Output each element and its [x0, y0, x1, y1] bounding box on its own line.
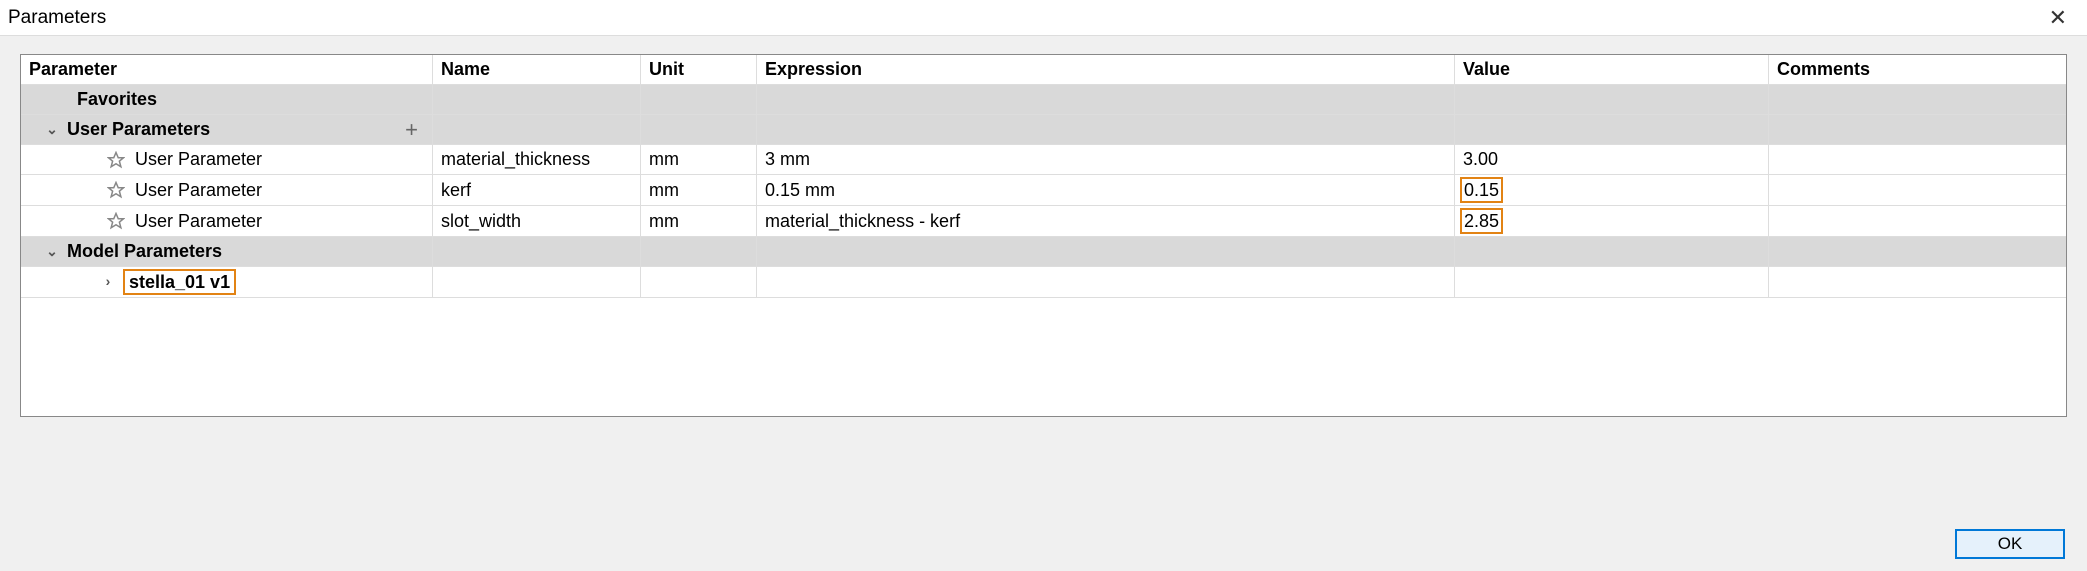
close-icon[interactable]: ✕ — [2039, 3, 2077, 33]
parameters-dialog: Parameters ✕ Parameter Name Unit Express… — [0, 0, 2087, 571]
col-header-comments[interactable]: Comments — [1769, 55, 2066, 84]
favorite-star-icon[interactable] — [107, 151, 127, 169]
param-comments[interactable] — [1769, 145, 2066, 174]
param-name[interactable]: material_thickness — [433, 145, 641, 174]
table-row[interactable]: User Parameter kerf mm 0.15 mm 0.15 — [21, 175, 2066, 206]
group-model-label: Model Parameters — [67, 241, 222, 262]
param-expression[interactable]: 3 mm — [757, 145, 1455, 174]
col-header-expression[interactable]: Expression — [757, 55, 1455, 84]
col-header-name[interactable]: Name — [433, 55, 641, 84]
col-header-value[interactable]: Value — [1455, 55, 1769, 84]
param-type-label: User Parameter — [135, 180, 262, 201]
param-comments[interactable] — [1769, 206, 2066, 236]
parameters-grid: Parameter Name Unit Expression Value Com… — [20, 54, 2067, 417]
group-user-label-cell: ⌄ User Parameters + — [21, 115, 433, 144]
param-unit[interactable]: mm — [641, 175, 757, 205]
ok-button[interactable]: OK — [1955, 529, 2065, 559]
chevron-down-icon[interactable]: ⌄ — [43, 121, 61, 138]
param-comments[interactable] — [1769, 175, 2066, 205]
group-model-parameters[interactable]: ⌄ Model Parameters — [21, 237, 2066, 267]
param-expression[interactable]: material_thickness - kerf — [757, 206, 1455, 236]
chevron-right-icon[interactable]: › — [99, 273, 117, 289]
grid-empty-area — [21, 298, 2066, 416]
param-expression[interactable]: 0.15 mm — [757, 175, 1455, 205]
favorite-star-icon[interactable] — [107, 181, 127, 199]
window-title: Parameters — [8, 7, 106, 29]
button-bar: OK — [1955, 529, 2065, 559]
model-child-label: stella_01 v1 — [123, 269, 236, 295]
group-favorites[interactable]: Favorites — [21, 85, 2066, 115]
param-value: 2.85 — [1455, 206, 1769, 236]
table-row[interactable]: User Parameter material_thickness mm 3 m… — [21, 145, 2066, 175]
column-header-row: Parameter Name Unit Expression Value Com… — [21, 55, 2066, 85]
group-favorites-label: Favorites — [21, 85, 433, 114]
titlebar: Parameters ✕ — [0, 0, 2087, 36]
param-type-label: User Parameter — [135, 211, 262, 232]
add-user-param-icon[interactable]: + — [405, 117, 418, 143]
param-name[interactable]: slot_width — [433, 206, 641, 236]
param-type-label: User Parameter — [135, 149, 262, 170]
col-header-unit[interactable]: Unit — [641, 55, 757, 84]
param-value: 3.00 — [1455, 145, 1769, 174]
model-child-row[interactable]: › stella_01 v1 — [21, 267, 2066, 298]
param-name[interactable]: kerf — [433, 175, 641, 205]
param-unit[interactable]: mm — [641, 206, 757, 236]
table-row[interactable]: User Parameter slot_width mm material_th… — [21, 206, 2066, 237]
content-area: Parameter Name Unit Expression Value Com… — [0, 36, 2087, 429]
param-unit[interactable]: mm — [641, 145, 757, 174]
group-user-label: User Parameters — [67, 119, 210, 140]
col-header-parameter[interactable]: Parameter — [21, 55, 433, 84]
chevron-down-icon[interactable]: ⌄ — [43, 243, 61, 260]
favorite-star-icon[interactable] — [107, 212, 127, 230]
param-value: 0.15 — [1455, 175, 1769, 205]
group-user-parameters[interactable]: ⌄ User Parameters + — [21, 115, 2066, 145]
